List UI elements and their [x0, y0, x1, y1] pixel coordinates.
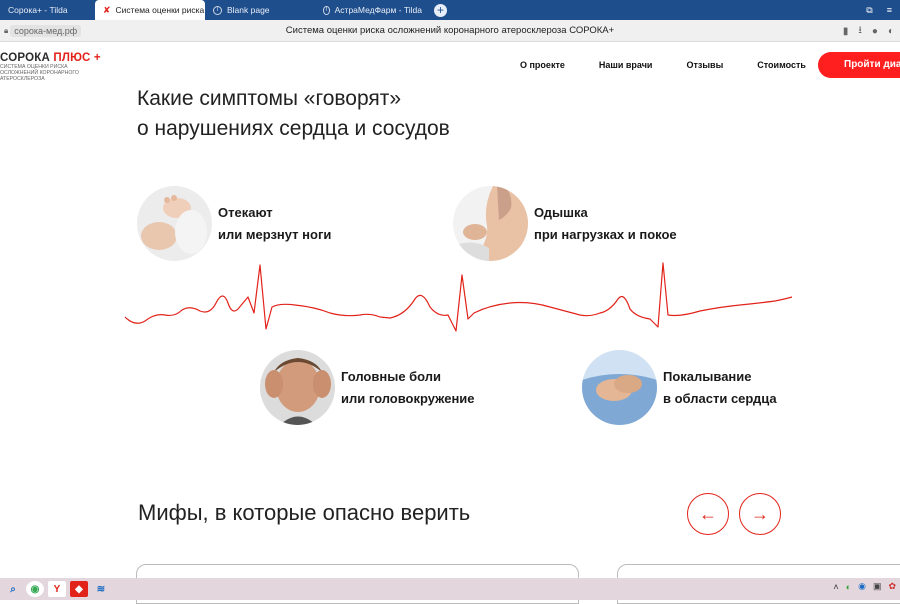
- headache-photo: [260, 350, 335, 425]
- myths-heading: Мифы, в которые опасно верить: [138, 500, 471, 525]
- search-icon[interactable]: ⌕: [4, 581, 22, 597]
- nav-item-price[interactable]: Стоимость: [757, 60, 806, 70]
- next-slide-button[interactable]: →: [739, 493, 781, 535]
- browser-tab[interactable]: Сорока+ - Tilda: [0, 0, 95, 20]
- address-bar-actions: ▮ ⭳ ● ◐: [843, 23, 894, 40]
- symptom-text: Отекают или мерзнут ноги: [218, 204, 332, 242]
- download-icon[interactable]: ⭳: [858, 23, 862, 40]
- domain-label[interactable]: сорока-мед.рф: [10, 24, 82, 37]
- menu-icon[interactable]: ≡: [887, 5, 892, 15]
- taskbar: ⌕ ◉ Y ◆ ≋ ˄ ◐ ◉ ▣ ✿: [0, 578, 900, 600]
- chrome-icon[interactable]: ◉: [26, 581, 44, 597]
- tray-app-icon[interactable]: ◐: [846, 582, 851, 592]
- nav-item-about[interactable]: О проекте: [520, 60, 565, 70]
- diagnostics-button[interactable]: Пройти диагностику: [818, 52, 900, 78]
- lock-icon: 🔒︎: [4, 25, 9, 35]
- page-title-bar: Система оценки риска осложнений коронарн…: [285, 25, 615, 36]
- nav-item-reviews[interactable]: Отзывы: [686, 60, 723, 70]
- logo-title: СОРОКА ПЛЮС +: [0, 52, 101, 64]
- browser-tab[interactable]: T АстраМедФарм - Tilda: [315, 0, 430, 20]
- tab-title: Сорока+ - Tilda: [8, 5, 68, 15]
- new-tab-button[interactable]: +: [434, 3, 447, 17]
- chevron-up-icon[interactable]: ˄: [833, 582, 838, 592]
- tab-title: АстраМедФарм - Tilda: [334, 5, 422, 15]
- browser-tab-active[interactable]: ✘ Система оценки риска ✕: [95, 0, 205, 20]
- nav-item-doctors[interactable]: Наши врачи: [599, 60, 653, 70]
- symptom-item: Головные боли или головокружение: [260, 350, 475, 425]
- symptom-text: Одышка при нагрузках и покое: [534, 204, 677, 242]
- app-icon[interactable]: ◆: [70, 581, 88, 597]
- browser-tab-bar: Сорока+ - Tilda ✘ Система оценки риска ✕…: [0, 0, 900, 20]
- logo-subtitle: СИСТЕМА ОЦЕНКИ РИСКА ОСЛОЖНЕНИЙ КОРОНАРН…: [0, 64, 79, 82]
- site-header: СОРОКА ПЛЮС + СИСТЕМА ОЦЕНКИ РИСКА ОСЛОЖ…: [0, 42, 900, 88]
- chest-photo: [582, 350, 657, 425]
- symptom-item: Отекают или мерзнут ноги: [137, 186, 331, 261]
- symptom-item: Покалывание в области сердца: [582, 350, 777, 425]
- tilda-favicon-icon: T: [213, 5, 222, 15]
- profile-icon[interactable]: ◐: [888, 26, 894, 37]
- window-controls: ⧉ ≡: [866, 0, 900, 20]
- site-favicon-icon: ✘: [103, 4, 111, 15]
- tabs-menu-icon[interactable]: ⧉: [866, 5, 872, 16]
- neck-photo: [453, 186, 528, 261]
- symptom-text: Головные боли или головокружение: [341, 368, 475, 406]
- system-tray: ˄ ◐ ◉ ▣ ✿: [833, 581, 896, 592]
- tray-app-icon[interactable]: ✿: [888, 581, 896, 592]
- symptom-item: Одышка при нагрузках и покое: [453, 186, 677, 261]
- tilda-favicon-icon: T: [323, 5, 330, 15]
- tab-title: Blank page: [227, 5, 270, 15]
- feet-photo: [137, 186, 212, 261]
- browser-tab[interactable]: T Blank page: [205, 0, 315, 20]
- yandex-browser-icon[interactable]: Y: [48, 581, 66, 597]
- symptom-text: Покалывание в области сердца: [663, 368, 777, 406]
- site-logo[interactable]: СОРОКА ПЛЮС + СИСТЕМА ОЦЕНКИ РИСКА ОСЛОЖ…: [0, 52, 101, 82]
- tray-app-icon[interactable]: ▣: [873, 581, 882, 592]
- app-icon[interactable]: ≋: [92, 581, 110, 597]
- prev-slide-button[interactable]: ←: [687, 493, 729, 535]
- symptoms-heading: Какие симптомы «говорят» о нарушениях се…: [137, 87, 450, 140]
- main-nav: О проекте Наши врачи Отзывы Стоимость: [520, 60, 806, 70]
- tab-title: Система оценки риска: [115, 5, 205, 15]
- arrow-right-icon: →: [751, 503, 769, 524]
- tray-app-icon[interactable]: ◉: [858, 581, 866, 592]
- address-bar[interactable]: 🔒︎ сорока-мед.рф Система оценки риска ос…: [0, 20, 900, 42]
- arrow-left-icon: ←: [699, 503, 717, 524]
- bookmark-icon[interactable]: ▮: [843, 26, 849, 37]
- extension-icon[interactable]: ●: [872, 26, 878, 37]
- ecg-line-decoration: [124, 262, 793, 332]
